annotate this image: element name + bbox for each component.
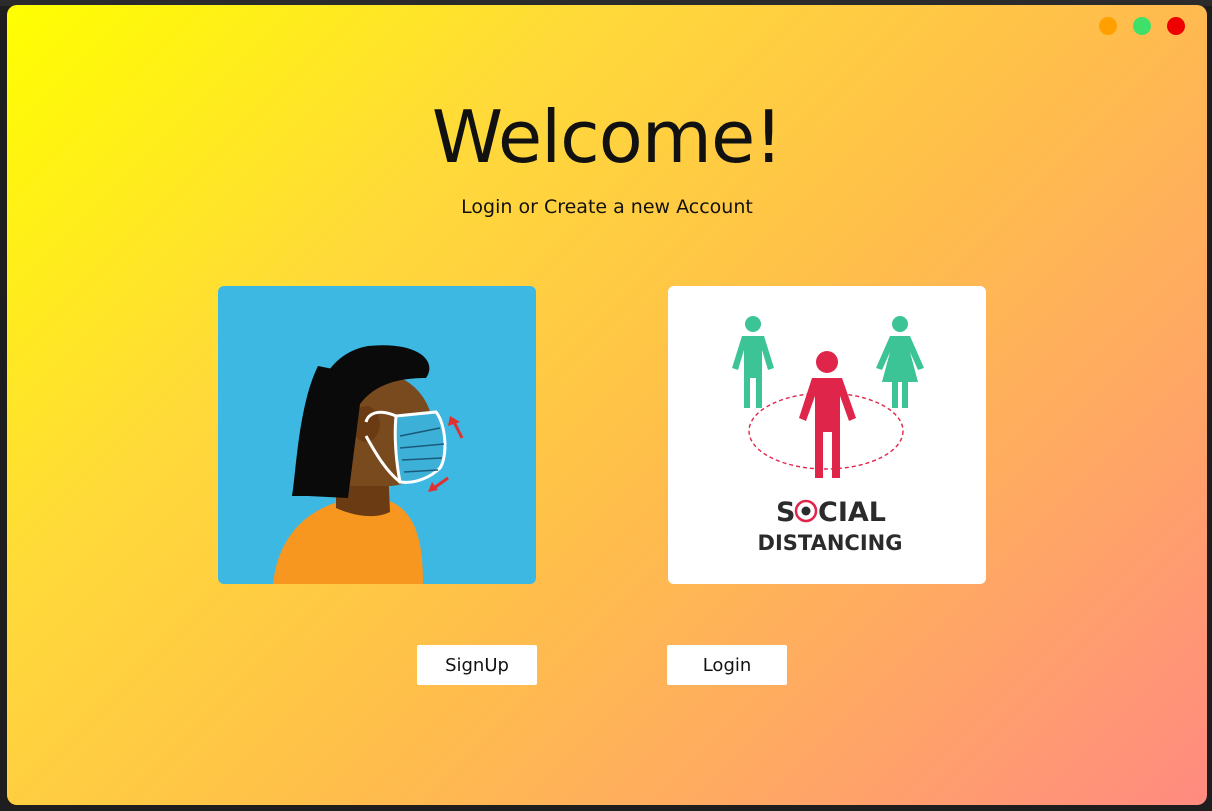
- login-button[interactable]: Login: [667, 645, 787, 685]
- maximize-button[interactable]: [1133, 17, 1151, 35]
- social-text-line1-end: CIAL: [818, 497, 886, 528]
- virus-core-icon: [801, 506, 811, 516]
- minimize-button[interactable]: [1099, 17, 1117, 35]
- window-controls: [1099, 17, 1185, 35]
- close-button[interactable]: [1167, 17, 1185, 35]
- social-distancing-card: S CIAL DISTANCING: [668, 286, 986, 584]
- mask-illustration-card: [218, 286, 536, 584]
- welcome-window: Welcome! Login or Create a new Account S…: [7, 5, 1207, 805]
- face-mask-illustration-icon: [273, 345, 464, 584]
- social-distancing-illustration-icon: S CIAL DISTANCING: [732, 316, 924, 555]
- social-text-line2: DISTANCING: [758, 531, 903, 555]
- page-subtitle: Login or Create a new Account: [461, 196, 753, 218]
- page-title: Welcome!: [431, 95, 783, 179]
- signup-button[interactable]: SignUp: [417, 645, 537, 685]
- social-text-line1-start: S: [776, 497, 795, 528]
